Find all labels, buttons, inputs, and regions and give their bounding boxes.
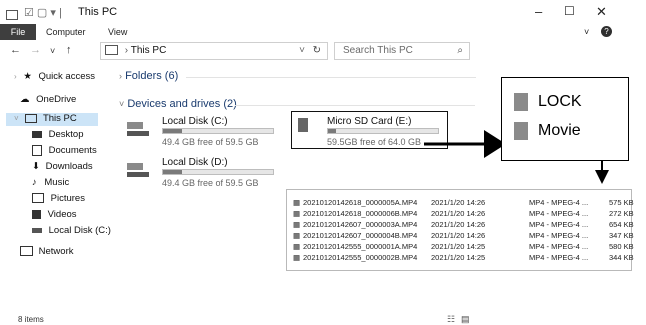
sidebar-item-desktop[interactable]: Desktop xyxy=(32,129,84,140)
arrow-to-folders xyxy=(424,130,506,158)
address-dropdown-icon[interactable]: ˅ xyxy=(299,43,305,59)
address-bar[interactable]: › This PC ˅ ↻ xyxy=(100,42,328,60)
search-placeholder: Search This PC xyxy=(343,45,413,56)
drive-tile-d[interactable]: Local Disk (D:) 49.4 GB free of 59.5 GB xyxy=(127,155,277,189)
video-file-icon: ▦ xyxy=(293,220,301,229)
drive-name: Local Disk (C:) xyxy=(162,116,228,127)
cloud-icon: ☁ xyxy=(20,94,30,105)
drive-free-space: 59.5GB free of 64.0 GB xyxy=(327,137,422,147)
details-view-icon[interactable]: ☷ xyxy=(447,314,455,325)
back-arrow-icon[interactable]: ← xyxy=(10,44,21,56)
table-row[interactable]: ▦ 20210120142607_0000004B.MP4 2021/1/20 … xyxy=(287,231,634,242)
download-icon: ⬇ xyxy=(32,161,40,172)
drive-free-space: 49.4 GB free of 59.5 GB xyxy=(162,178,259,188)
divider xyxy=(235,105,475,106)
sidebar-item-pictures[interactable]: Pictures xyxy=(32,193,85,204)
window-title: This PC xyxy=(78,6,118,18)
drive-usage-fill xyxy=(328,129,336,133)
drive-usage-bar xyxy=(162,128,274,134)
breadcrumb-separator: › xyxy=(124,45,129,56)
documents-icon xyxy=(32,145,42,156)
search-input[interactable]: Search This PC ⌕ xyxy=(334,42,470,60)
forward-arrow-icon[interactable]: → xyxy=(30,44,41,56)
drive-free-space: 49.4 GB free of 59.5 GB xyxy=(162,137,259,147)
star-icon: ★ xyxy=(23,71,32,82)
sidebar-item-videos[interactable]: Videos xyxy=(32,209,77,220)
hard-drive-icon xyxy=(127,163,149,177)
drive-name: Micro SD Card (E:) xyxy=(327,116,412,127)
search-icon[interactable]: ⌕ xyxy=(457,43,463,59)
sidebar-item-quick-access[interactable]: › ★ Quick access xyxy=(14,71,95,82)
maximize-button[interactable]: ☐ xyxy=(564,4,575,18)
status-item-count: 8 items xyxy=(18,315,44,324)
video-file-icon: ▦ xyxy=(293,209,301,218)
minimize-button[interactable]: – xyxy=(535,4,542,19)
computer-icon xyxy=(25,113,38,123)
drive-usage-fill xyxy=(163,170,182,174)
sidebar-item-documents[interactable]: Documents xyxy=(32,145,97,156)
quick-access-toolbar[interactable]: ☑ ▢ ▾ | xyxy=(24,6,62,19)
close-button[interactable]: ✕ xyxy=(596,4,607,20)
chevron-down-icon: ˅ xyxy=(119,99,125,109)
chevron-down-icon[interactable]: ˅ xyxy=(584,27,589,37)
drive-icon xyxy=(32,227,42,233)
recent-chevron-icon[interactable]: ˅ xyxy=(50,46,55,56)
sidebar-item-onedrive[interactable]: ☁ OneDrive xyxy=(20,94,76,105)
video-file-icon: ▦ xyxy=(293,198,301,207)
sidebar-item-local-disk-c[interactable]: Local Disk (C:) xyxy=(32,225,111,236)
drives-group-header[interactable]: ˅ Devices and drives (2) xyxy=(119,98,237,110)
ribbon xyxy=(0,24,646,40)
table-row[interactable]: ▦ 20210120142555_0000001A.MP4 2021/1/20 … xyxy=(287,242,634,253)
table-row[interactable]: ▦ 20210120142607_0000003A.MP4 2021/1/20 … xyxy=(287,220,634,231)
drive-tile-c[interactable]: Local Disk (C:) 49.4 GB free of 59.5 GB xyxy=(127,114,277,148)
table-row[interactable]: ▦ 20210120142618_0000005A.MP4 2021/1/20 … xyxy=(287,198,634,209)
computer-icon xyxy=(6,7,18,25)
network-icon xyxy=(20,246,33,257)
tab-computer[interactable]: Computer xyxy=(46,27,86,37)
breadcrumb: This PC xyxy=(130,45,167,56)
title-bar: ☑ ▢ ▾ | This PC – ☐ ✕ xyxy=(0,0,646,24)
tab-view[interactable]: View xyxy=(108,27,127,37)
up-arrow-icon[interactable]: ↑ xyxy=(66,44,72,56)
table-row[interactable]: ▦ 20210120142618_0000006B.MP4 2021/1/20 … xyxy=(287,209,634,220)
videos-icon xyxy=(32,209,41,219)
video-file-icon: ▦ xyxy=(293,231,301,240)
chevron-right-icon: › xyxy=(119,71,122,81)
drive-name: Local Disk (D:) xyxy=(162,157,228,168)
pictures-icon xyxy=(32,193,44,204)
sd-card-icon xyxy=(298,118,308,132)
desktop-icon xyxy=(32,130,42,138)
computer-icon xyxy=(105,45,118,56)
sd-card-contents-callout: LOCK Movie xyxy=(501,77,629,161)
folders-group-header[interactable]: › Folders (6) xyxy=(119,70,178,82)
large-icons-view-icon[interactable]: ▤ xyxy=(461,314,470,325)
drive-usage-fill xyxy=(163,129,182,133)
help-icon[interactable]: ? xyxy=(601,26,612,37)
sidebar-item-this-pc[interactable]: ˅ This PC xyxy=(6,113,98,126)
file-list: ▦ 20210120142618_0000005A.MP4 2021/1/20 … xyxy=(286,189,634,271)
refresh-icon[interactable]: ↻ xyxy=(313,43,321,59)
video-file-icon: ▦ xyxy=(293,253,301,262)
drive-usage-bar xyxy=(162,169,274,175)
folder-icon xyxy=(514,93,528,111)
divider xyxy=(186,77,476,78)
sidebar-item-music[interactable]: ♪ Music xyxy=(32,177,69,188)
folder-icon xyxy=(514,122,528,140)
hard-drive-icon xyxy=(127,122,149,136)
sidebar-item-network[interactable]: Network xyxy=(20,246,73,257)
sidebar-item-downloads[interactable]: ⬇ Downloads xyxy=(32,161,93,172)
video-file-icon: ▦ xyxy=(293,242,301,251)
tab-file[interactable]: File xyxy=(0,24,36,40)
music-icon: ♪ xyxy=(32,177,37,188)
table-row[interactable]: ▦ 20210120142555_0000002B.MP4 2021/1/20 … xyxy=(287,253,634,264)
